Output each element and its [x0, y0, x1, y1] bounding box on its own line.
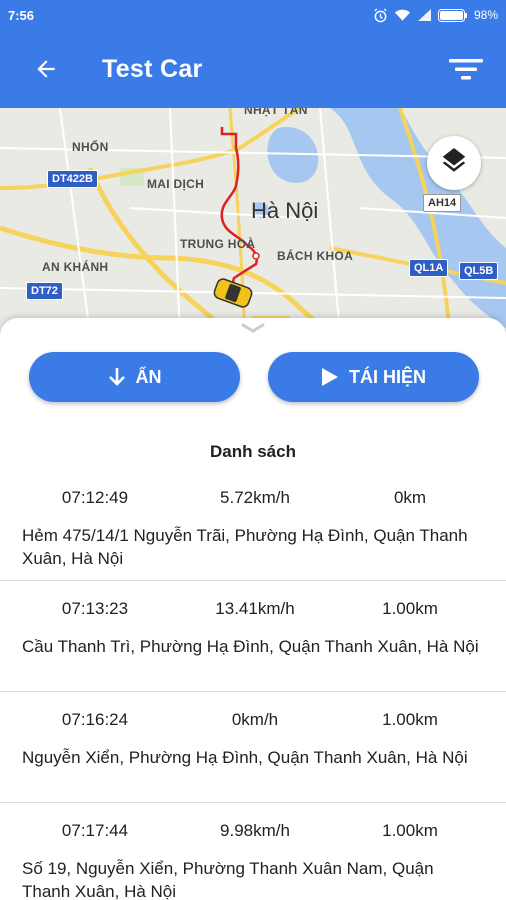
item-distance: 1.00km	[382, 821, 438, 840]
item-address: Nguyễn Xiển, Phường Hạ Đình, Quận Thanh …	[22, 748, 468, 767]
hide-button-label: ẨN	[135, 366, 162, 387]
play-icon	[321, 368, 338, 386]
item-speed: 5.72km/h	[220, 488, 290, 507]
replay-button-label: TÁI HIỆN	[348, 366, 426, 387]
battery-percent: 98%	[473, 8, 498, 22]
map-label-bach-khoa: BÁCH KHOA	[277, 249, 354, 263]
map-view[interactable]: NHẬT TÂN NHỔN MAI DỊCH Hà Nội TRUNG HOÀ …	[0, 108, 506, 334]
map-label-mai-dich: MAI DỊCH	[147, 177, 205, 191]
status-bar: 7:56 98%	[0, 0, 506, 30]
map-layers-button[interactable]	[427, 136, 481, 190]
item-address: Hẻm 475/14/1 Nguyễn Trãi, Phường Hạ Đình…	[22, 526, 468, 568]
map-label-trung-hoa: TRUNG HOÀ	[180, 237, 256, 251]
bottom-sheet: ẨN TÁI HIỆN Danh sách 07:12:49 5.72km/h …	[0, 318, 506, 900]
item-time: 07:12:49	[61, 488, 129, 507]
filter-button[interactable]	[440, 43, 492, 95]
road-shield-dt422b: DT422B	[47, 170, 98, 188]
wifi-icon	[394, 8, 411, 22]
item-time: 07:13:23	[61, 599, 129, 618]
item-speed: 9.98km/h	[220, 821, 290, 840]
car-marker-icon	[213, 278, 253, 308]
hide-button[interactable]: ẨN	[29, 352, 240, 402]
item-speed: 13.41km/h	[215, 599, 295, 618]
back-button[interactable]	[16, 39, 76, 99]
replay-button[interactable]: TÁI HIỆN	[268, 352, 479, 402]
battery-icon	[437, 8, 468, 22]
item-address: Số 19, Nguyễn Xiển, Phường Thanh Xuân Na…	[22, 859, 434, 900]
item-distance: 1.00km	[382, 710, 438, 729]
map-city-label: Hà Nội	[251, 198, 319, 223]
chevron-down-icon	[241, 323, 265, 333]
map-label-nhat-tan: NHẬT TÂN	[244, 108, 308, 117]
action-buttons: ẨN TÁI HIỆN	[0, 352, 506, 402]
app-bar: Test Car	[0, 30, 506, 108]
road-shield-ah14: AH14	[423, 194, 462, 212]
item-distance: 0km	[393, 488, 427, 507]
location-list: 07:12:49 5.72km/h 0km Hẻm 475/14/1 Nguyễ…	[0, 470, 506, 900]
alarm-icon	[373, 7, 388, 23]
status-time: 7:56	[8, 7, 35, 23]
arrow-left-icon	[37, 60, 55, 78]
list-title: Danh sách	[210, 442, 296, 461]
item-time: 07:17:44	[61, 821, 129, 840]
road-shield-ql5b: QL5B	[459, 262, 499, 280]
road-shield-ql1a: QL1A	[409, 259, 449, 277]
map-label-an-khanh: AN KHÁNH	[42, 260, 109, 274]
list-item[interactable]: 07:13:23 13.41km/h 1.00km Cầu Thanh Trì,…	[0, 581, 506, 692]
list-item[interactable]: 07:17:44 9.98km/h 1.00km Số 19, Nguyễn X…	[0, 803, 506, 900]
list-item[interactable]: 07:16:24 0km/h 1.00km Nguyễn Xiển, Phườn…	[0, 692, 506, 803]
map-label-nhon: NHỔN	[72, 140, 109, 154]
layers-icon	[442, 148, 466, 172]
list-item[interactable]: 07:12:49 5.72km/h 0km Hẻm 475/14/1 Nguyễ…	[0, 470, 506, 581]
status-icons: 98%	[373, 7, 498, 23]
page-title: Test Car	[102, 54, 203, 83]
signal-icon	[417, 8, 432, 22]
sheet-handle[interactable]	[240, 322, 266, 336]
road-shield-dt72: DT72	[26, 282, 63, 300]
arrow-down-icon	[108, 368, 125, 386]
item-time: 07:16:24	[61, 710, 129, 729]
item-speed: 0km/h	[231, 710, 279, 729]
item-address: Cầu Thanh Trì, Phường Hạ Đình, Quận Than…	[22, 637, 479, 656]
filter-icon	[449, 59, 483, 80]
item-distance: 1.00km	[382, 599, 438, 618]
